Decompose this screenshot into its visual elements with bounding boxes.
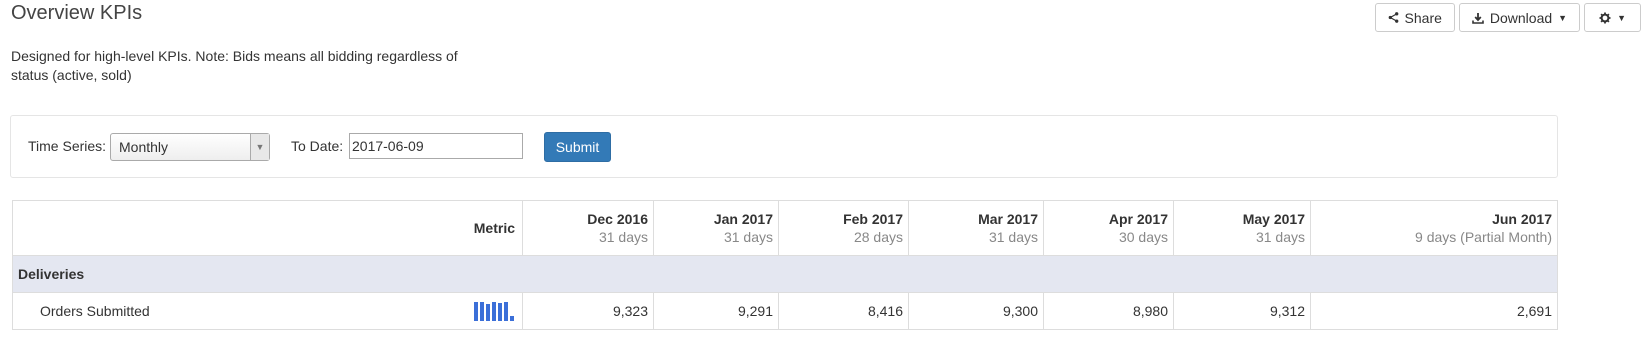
- sparkline-bar: [486, 304, 490, 321]
- column-header: May 2017 31 days: [1173, 200, 1311, 256]
- column-header: Mar 2017 31 days: [908, 200, 1044, 256]
- metric-cell: Orders Submitted: [12, 292, 523, 330]
- page-description: Designed for high-level KPIs. Note: Bids…: [11, 48, 458, 83]
- time-series-select[interactable]: Monthly ▼: [110, 133, 270, 161]
- settings-button[interactable]: ▼: [1584, 3, 1641, 32]
- chevron-down-icon[interactable]: ▼: [250, 134, 269, 160]
- sparkline-bar: [498, 303, 502, 321]
- metric-label: Orders Submitted: [40, 303, 150, 319]
- chevron-down-icon: ▼: [1617, 12, 1626, 23]
- sparkline[interactable]: [474, 301, 514, 321]
- submit-button[interactable]: Submit: [544, 132, 611, 162]
- sparkline-bar: [474, 302, 478, 321]
- metric-header: Metric: [12, 200, 523, 256]
- value-cell: 9,300: [908, 292, 1044, 330]
- column-header: Jan 2017 31 days: [653, 200, 779, 256]
- kpi-table: Metric Dec 2016 31 days Jan 2017 31 days F…: [12, 200, 1558, 330]
- sparkline-bar: [492, 302, 496, 321]
- sparkline-bar: [510, 316, 514, 321]
- to-date-input[interactable]: [349, 133, 523, 159]
- column-header: Jun 2017 9 days (Partial Month): [1310, 200, 1558, 256]
- table-row: Orders Submitted 9,323 9,291 8,416 9,300…: [12, 292, 1558, 330]
- value-cell: 9,291: [653, 292, 779, 330]
- download-button[interactable]: Download ▼: [1458, 3, 1581, 32]
- share-icon: [1388, 12, 1399, 23]
- table-header-row: Metric Dec 2016 31 days Jan 2017 31 days F…: [12, 200, 1558, 256]
- time-series-value: Monthly: [119, 139, 169, 155]
- value-cell: 8,416: [778, 292, 909, 330]
- chevron-down-icon: ▼: [1558, 12, 1568, 23]
- page-title: Overview KPIs: [11, 2, 143, 24]
- share-button[interactable]: Share: [1374, 3, 1455, 32]
- value-cell: 9,323: [522, 292, 654, 330]
- time-series-label: Time Series:: [28, 138, 107, 154]
- download-icon: [1472, 12, 1484, 24]
- value-cell: 8,980: [1043, 292, 1174, 330]
- value-cell: 2,691: [1310, 292, 1558, 330]
- sparkline-bar: [480, 302, 484, 321]
- gear-icon: [1599, 12, 1611, 24]
- column-header: Apr 2017 30 days: [1043, 200, 1174, 256]
- download-label: Download: [1489, 9, 1553, 26]
- to-date-label: To Date:: [291, 138, 344, 154]
- column-header: Dec 2016 31 days: [522, 200, 654, 256]
- toolbar: Share Download ▼ ▼: [1374, 3, 1641, 32]
- column-header: Feb 2017 28 days: [778, 200, 909, 256]
- section-row: Deliveries: [12, 255, 1558, 293]
- sparkline-bar: [504, 302, 508, 321]
- filter-panel: Time Series: Monthly ▼ To Date: Submit: [10, 115, 1558, 178]
- section-label: Deliveries: [12, 255, 1558, 293]
- share-label: Share: [1404, 9, 1442, 26]
- value-cell: 9,312: [1173, 292, 1311, 330]
